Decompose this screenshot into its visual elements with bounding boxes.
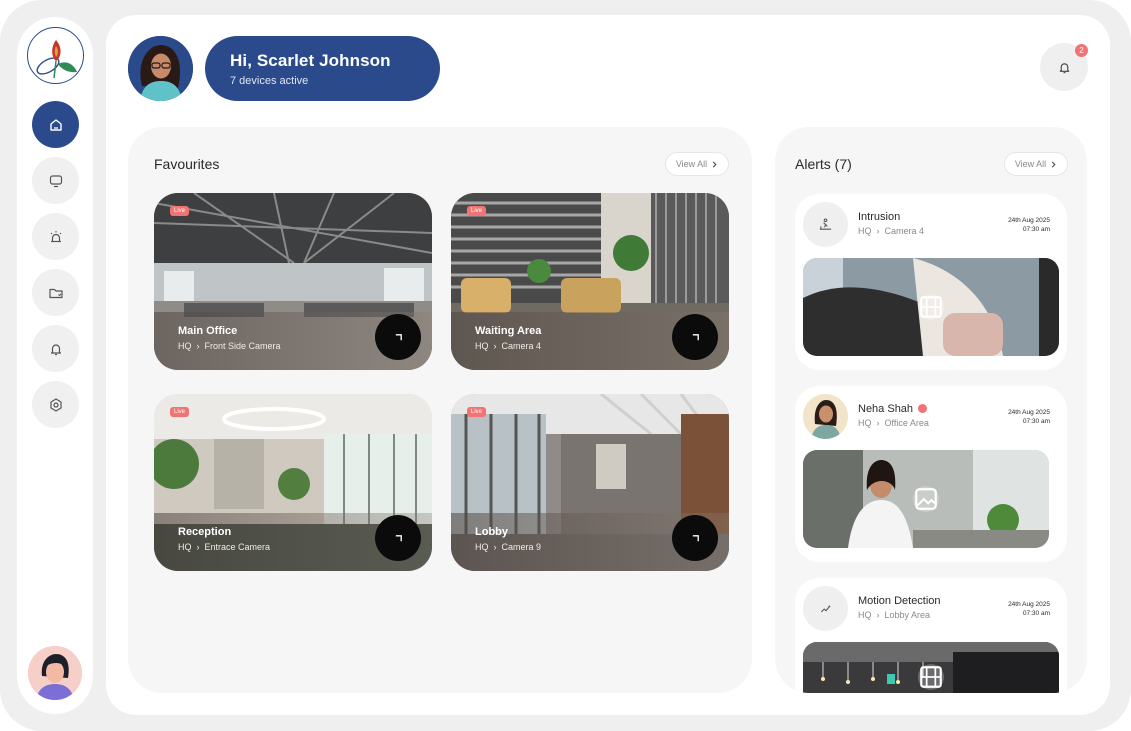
video-clip-badge [918,664,944,690]
devices-active: 7 devices active [230,75,309,87]
favourites-panel: Favourites View All Live Main Office HQ … [128,127,752,693]
alert-datetime: 24th Aug 2025 07:30 am [1008,217,1050,233]
expand-icon [395,534,402,541]
motion-icon [820,605,830,612]
camera-location: HQ › Camera 4 [475,341,542,351]
alert-type-icon [803,202,848,247]
home-icon [49,118,62,131]
greeting-pill: Hi, Scarlet Johnson 7 devices active [205,36,440,101]
alert-location: HQ › Camera 4 [858,226,925,236]
sidebar [17,17,93,714]
camera-card-main-office[interactable]: Live Main Office HQ › Front Side Camera [154,193,432,370]
nav-alerts-button[interactable] [32,325,79,372]
alert-card-person[interactable]: Neha Shah HQ › Office Area 24th Aug 2025… [795,386,1067,562]
chevron-right-icon [1051,161,1056,167]
alerts-panel: Alerts (7) View All Intrusion HQ › Camer… [775,127,1087,693]
camera-location: HQ › Camera 9 [475,542,542,552]
nav-recordings-button[interactable] [32,269,79,316]
chevron-right-icon [712,161,717,167]
alert-location: HQ › Lobby Area [858,610,931,620]
camera-card-waiting-area[interactable]: Live Waiting Area HQ › Camera 4 [451,193,729,370]
video-clip-badge [918,294,944,320]
expand-icon [692,534,699,541]
expand-camera-button[interactable] [375,314,421,360]
notification-count-badge: 2 [1075,44,1088,57]
camera-location: HQ › Entrace Camera [178,542,271,552]
person-avatar [803,394,848,439]
app-frame: Hi, Scarlet Johnson 7 devices active 2 F… [0,0,1131,731]
main-panel: Hi, Scarlet Johnson 7 devices active 2 F… [106,15,1110,715]
alert-title: Neha Shah [858,403,928,415]
settings-icon [49,397,62,412]
alerts-title: Alerts (7) [795,156,852,172]
bell-icon [50,343,61,355]
expand-icon [692,333,699,340]
image-icon [915,488,937,510]
alert-datetime: 24th Aug 2025 07:30 am [1008,601,1050,617]
camera-name: Lobby [475,526,508,538]
expand-camera-button[interactable] [672,515,718,561]
expand-camera-button[interactable] [375,515,421,561]
alert-title: Intrusion [858,211,901,223]
camera-name: Waiting Area [475,325,542,337]
favourites-title: Favourites [154,156,220,172]
image-badge [913,486,939,512]
expand-camera-button[interactable] [672,314,718,360]
brand-logo[interactable] [27,27,84,84]
intrusion-icon [819,218,832,230]
live-badge: Live [170,407,190,417]
nav-monitor-button[interactable] [32,157,79,204]
alert-card-intrusion[interactable]: Intrusion HQ › Camera 4 24th Aug 2025 07:… [795,194,1067,370]
status-dot [918,404,928,413]
monitor-icon [49,174,62,187]
camera-card-reception[interactable]: Live Reception HQ › Entrace Camera [154,394,432,571]
alert-type-icon [803,586,848,631]
siren-icon [50,230,61,242]
camera-card-lobby[interactable]: Live Lobby HQ › Camera 9 [451,394,729,571]
camera-name: Main Office [178,325,238,337]
alert-title: Motion Detection [858,595,941,607]
alert-snapshot[interactable] [803,258,1059,356]
folder-heart-icon [48,288,63,298]
nav-settings-button[interactable] [32,381,79,428]
greeting-title: Hi, Scarlet Johnson [230,51,391,70]
profile-avatar[interactable] [28,646,82,700]
camera-location: HQ › Front Side Camera [178,341,281,351]
live-badge: Live [467,407,487,417]
user-avatar[interactable] [128,36,193,101]
alert-snapshot[interactable] [803,642,1059,693]
alert-datetime: 24th Aug 2025 07:30 am [1008,409,1050,425]
expand-icon [395,333,402,340]
bell-icon [1059,62,1069,73]
camera-name: Reception [178,526,232,538]
alert-card-motion[interactable]: Motion Detection HQ › Lobby Area 24th Au… [795,578,1067,693]
film-icon [920,296,942,318]
favourites-view-all-button[interactable]: View All [665,152,729,176]
live-badge: Live [467,206,487,216]
alerts-view-all-button[interactable]: View All [1004,152,1068,176]
film-icon [920,666,942,688]
alert-location: HQ › Office Area [858,418,929,428]
live-badge: Live [170,206,190,216]
alert-snapshot[interactable] [803,450,1049,548]
nav-home-button[interactable] [32,101,79,148]
nav-alarm-button[interactable] [32,213,79,260]
